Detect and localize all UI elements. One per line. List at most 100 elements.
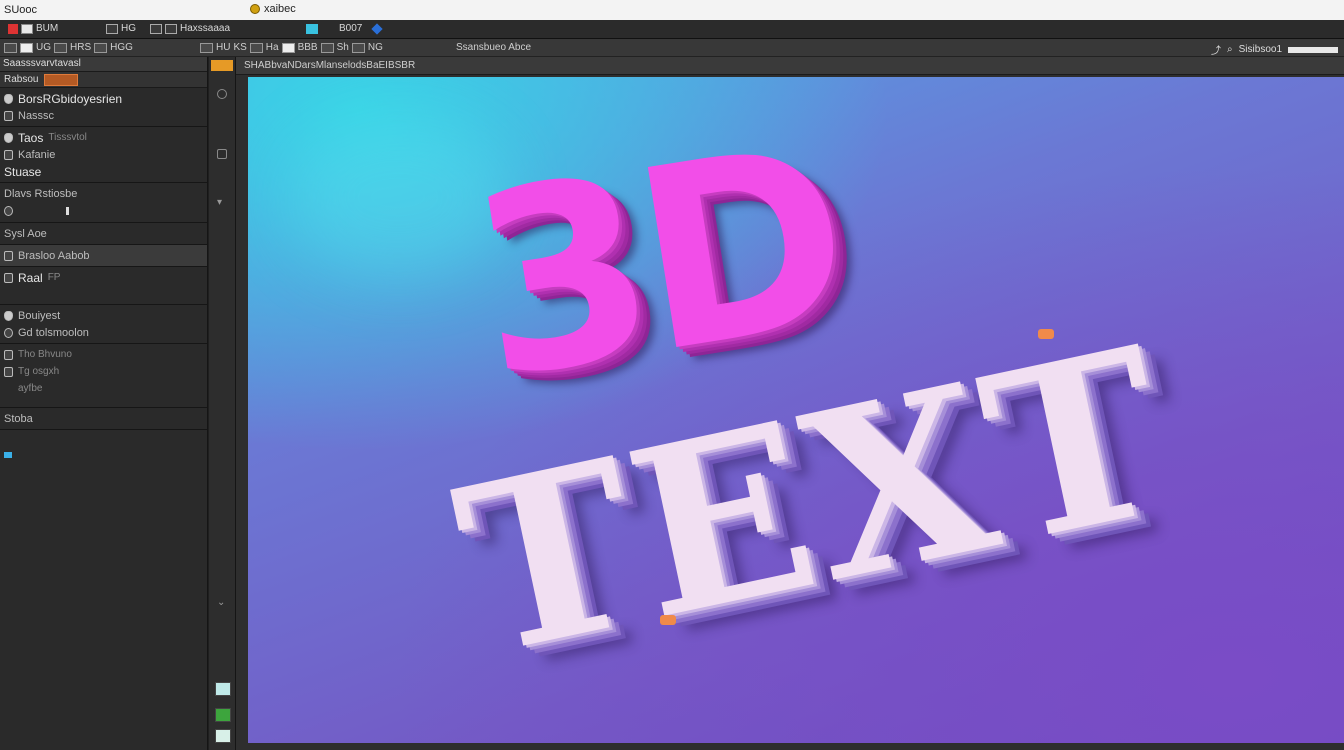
artwork-canvas[interactable]: 3D TEXT [248, 77, 1344, 743]
scroll-indicator[interactable] [4, 452, 12, 458]
list-item-label: Dlavs Rstiosbe [4, 187, 78, 200]
image-icon [4, 272, 13, 283]
list-item[interactable]: BorsRGbidoyesrien [4, 90, 203, 107]
orange-accent [660, 615, 676, 625]
panel-section-1: BorsRGbidoyesrien Nasssc [0, 88, 207, 127]
brush-icon [200, 42, 213, 53]
shape-icon [351, 42, 365, 53]
list-item[interactable]: Nasssc [4, 107, 203, 124]
orange-accent [1038, 329, 1054, 339]
fill-icon [281, 42, 295, 53]
menu-item-app-label: BUM [36, 23, 59, 34]
swatch-icon[interactable] [215, 682, 231, 696]
title-center-label: xaibec [264, 3, 296, 15]
list-item[interactable]: Stoba [4, 410, 203, 427]
panel-section-3: Dlavs Rstiosbe [0, 183, 207, 223]
green-swatch-icon[interactable] [215, 708, 231, 722]
menu-item-app[interactable]: BUM [8, 23, 58, 34]
list-item-label: Tg osgxh [18, 366, 60, 377]
panel-tab-row: Rabsou [0, 72, 207, 88]
light-swatch-icon[interactable] [215, 729, 231, 743]
workspace-info[interactable]: ⤴ ⌕ Sisibsoo1 [1211, 42, 1338, 57]
panel-header: Saasssvarvtavasl [0, 57, 207, 72]
tool-strip-header[interactable] [211, 60, 233, 71]
mask-icon [4, 327, 13, 338]
list-item-controls[interactable] [4, 202, 203, 219]
color-icon[interactable] [217, 89, 227, 99]
menu-item-file[interactable]: Haxssaaaa [150, 23, 230, 34]
move-icon [4, 42, 17, 53]
panel-section-9: Stoba [0, 408, 207, 430]
layer-icon [4, 349, 13, 360]
list-item-label: Raal [18, 270, 43, 285]
list-item-label: Tho Bhvuno [18, 349, 72, 360]
section-footer-label: Stuase [4, 164, 42, 179]
list-item[interactable]: Dlavs Rstiosbe [4, 185, 203, 202]
layer-icon [4, 110, 13, 121]
panel-section-6: Raal FP [0, 267, 207, 305]
frame-icon[interactable] [217, 149, 227, 159]
visibility-icon[interactable] [4, 132, 13, 143]
menu-item-tool-label: B007 [339, 23, 363, 34]
visibility-icon[interactable] [4, 93, 13, 104]
list-item[interactable]: ayfbe [4, 380, 203, 397]
collapse-icon[interactable]: ⌄ [217, 597, 227, 608]
tool-strip: ▾ ⌄ [209, 57, 236, 750]
list-item[interactable]: Tg osgxh [4, 363, 203, 380]
text-icon [320, 42, 334, 53]
layer-icon [4, 250, 13, 261]
app-badge-icon [250, 4, 260, 14]
list-item-label: Bouiyest [18, 309, 61, 322]
menu-bar: BUM HG Haxssaaaa B007 [0, 20, 1344, 39]
opt-hu: HU [216, 42, 231, 53]
menu-item-file-label: Haxssaaaa [180, 23, 231, 34]
list-item-label: Brasloo Aabob [18, 249, 90, 262]
opt-ks: KS [233, 42, 247, 53]
search-icon: ⌕ [1227, 44, 1233, 55]
eraser-icon [249, 42, 263, 53]
list-item-selected[interactable]: Brasloo Aabob [4, 247, 203, 264]
section-footer: Stuase [4, 163, 203, 180]
list-item[interactable]: Raal FP [4, 269, 203, 286]
list-item-label: Gd tolsmoolon [18, 326, 89, 339]
canvas-area[interactable]: 3D TEXT [236, 75, 1344, 750]
list-item[interactable]: Bouiyest [4, 307, 203, 324]
title-center: xaibec [250, 3, 296, 15]
options-bar: UG HRS HGG HU KS Ha BBB Sh NG Ssansbueo … [0, 39, 1344, 57]
menu-item-layers[interactable]: HG [106, 23, 136, 34]
opt-hgg: HGG [110, 42, 133, 53]
list-item-label: Taos [18, 130, 44, 145]
file-icon [150, 23, 162, 34]
cyan-tool-icon [306, 23, 318, 34]
list-item[interactable]: Taos Tisssvtol [4, 129, 203, 146]
opt-group[interactable]: UG HRS HGG [4, 42, 133, 53]
menu-item-tool[interactable]: B007 [306, 22, 384, 35]
workspace-label: Sisibsoo1 [1238, 44, 1282, 55]
opt-hrs: HRS [70, 42, 92, 53]
layers-panel: Saasssvarvtavasl Rabsou BorsRGbidoyesrie… [0, 57, 208, 750]
active-tab-indicator[interactable] [44, 73, 79, 86]
title-bar: SUooc xaibec [0, 0, 1344, 20]
list-item[interactable]: Sysl Aoe [4, 225, 203, 242]
opt-group-2[interactable]: HU KS Ha BBB Sh NG [200, 42, 383, 53]
visibility-icon[interactable] [4, 310, 13, 321]
lasso-icon [54, 42, 67, 53]
panel-section-7: Bouiyest Gd tolsmoolon [0, 305, 207, 344]
list-item[interactable]: Gd tolsmoolon [4, 324, 203, 341]
panel-tab[interactable]: Rabsou [4, 74, 38, 85]
arrow-down-icon[interactable]: ▾ [217, 197, 227, 208]
slider-handle[interactable] [66, 206, 69, 215]
pointer-icon [371, 22, 384, 35]
panel-section-5: Brasloo Aabob [0, 245, 207, 267]
list-item-label: Kafanie [18, 148, 56, 161]
opt-ng: NG [367, 42, 383, 53]
list-item-label: Sysl Aoe [4, 227, 47, 240]
document-icon [21, 23, 33, 34]
document-tab-title: SHABbvaNDarsMlanselodsBaEIBSBR [244, 60, 416, 71]
list-item[interactable]: Tho Bhvuno [4, 346, 203, 363]
select-icon [20, 42, 33, 53]
radio-icon[interactable] [4, 205, 13, 216]
list-item[interactable]: Kafanie [4, 146, 203, 163]
opt-bbb: BBB [297, 42, 318, 53]
document-tab[interactable]: SHABbvaNDarsMlanselodsBaEIBSBR [236, 57, 1344, 75]
